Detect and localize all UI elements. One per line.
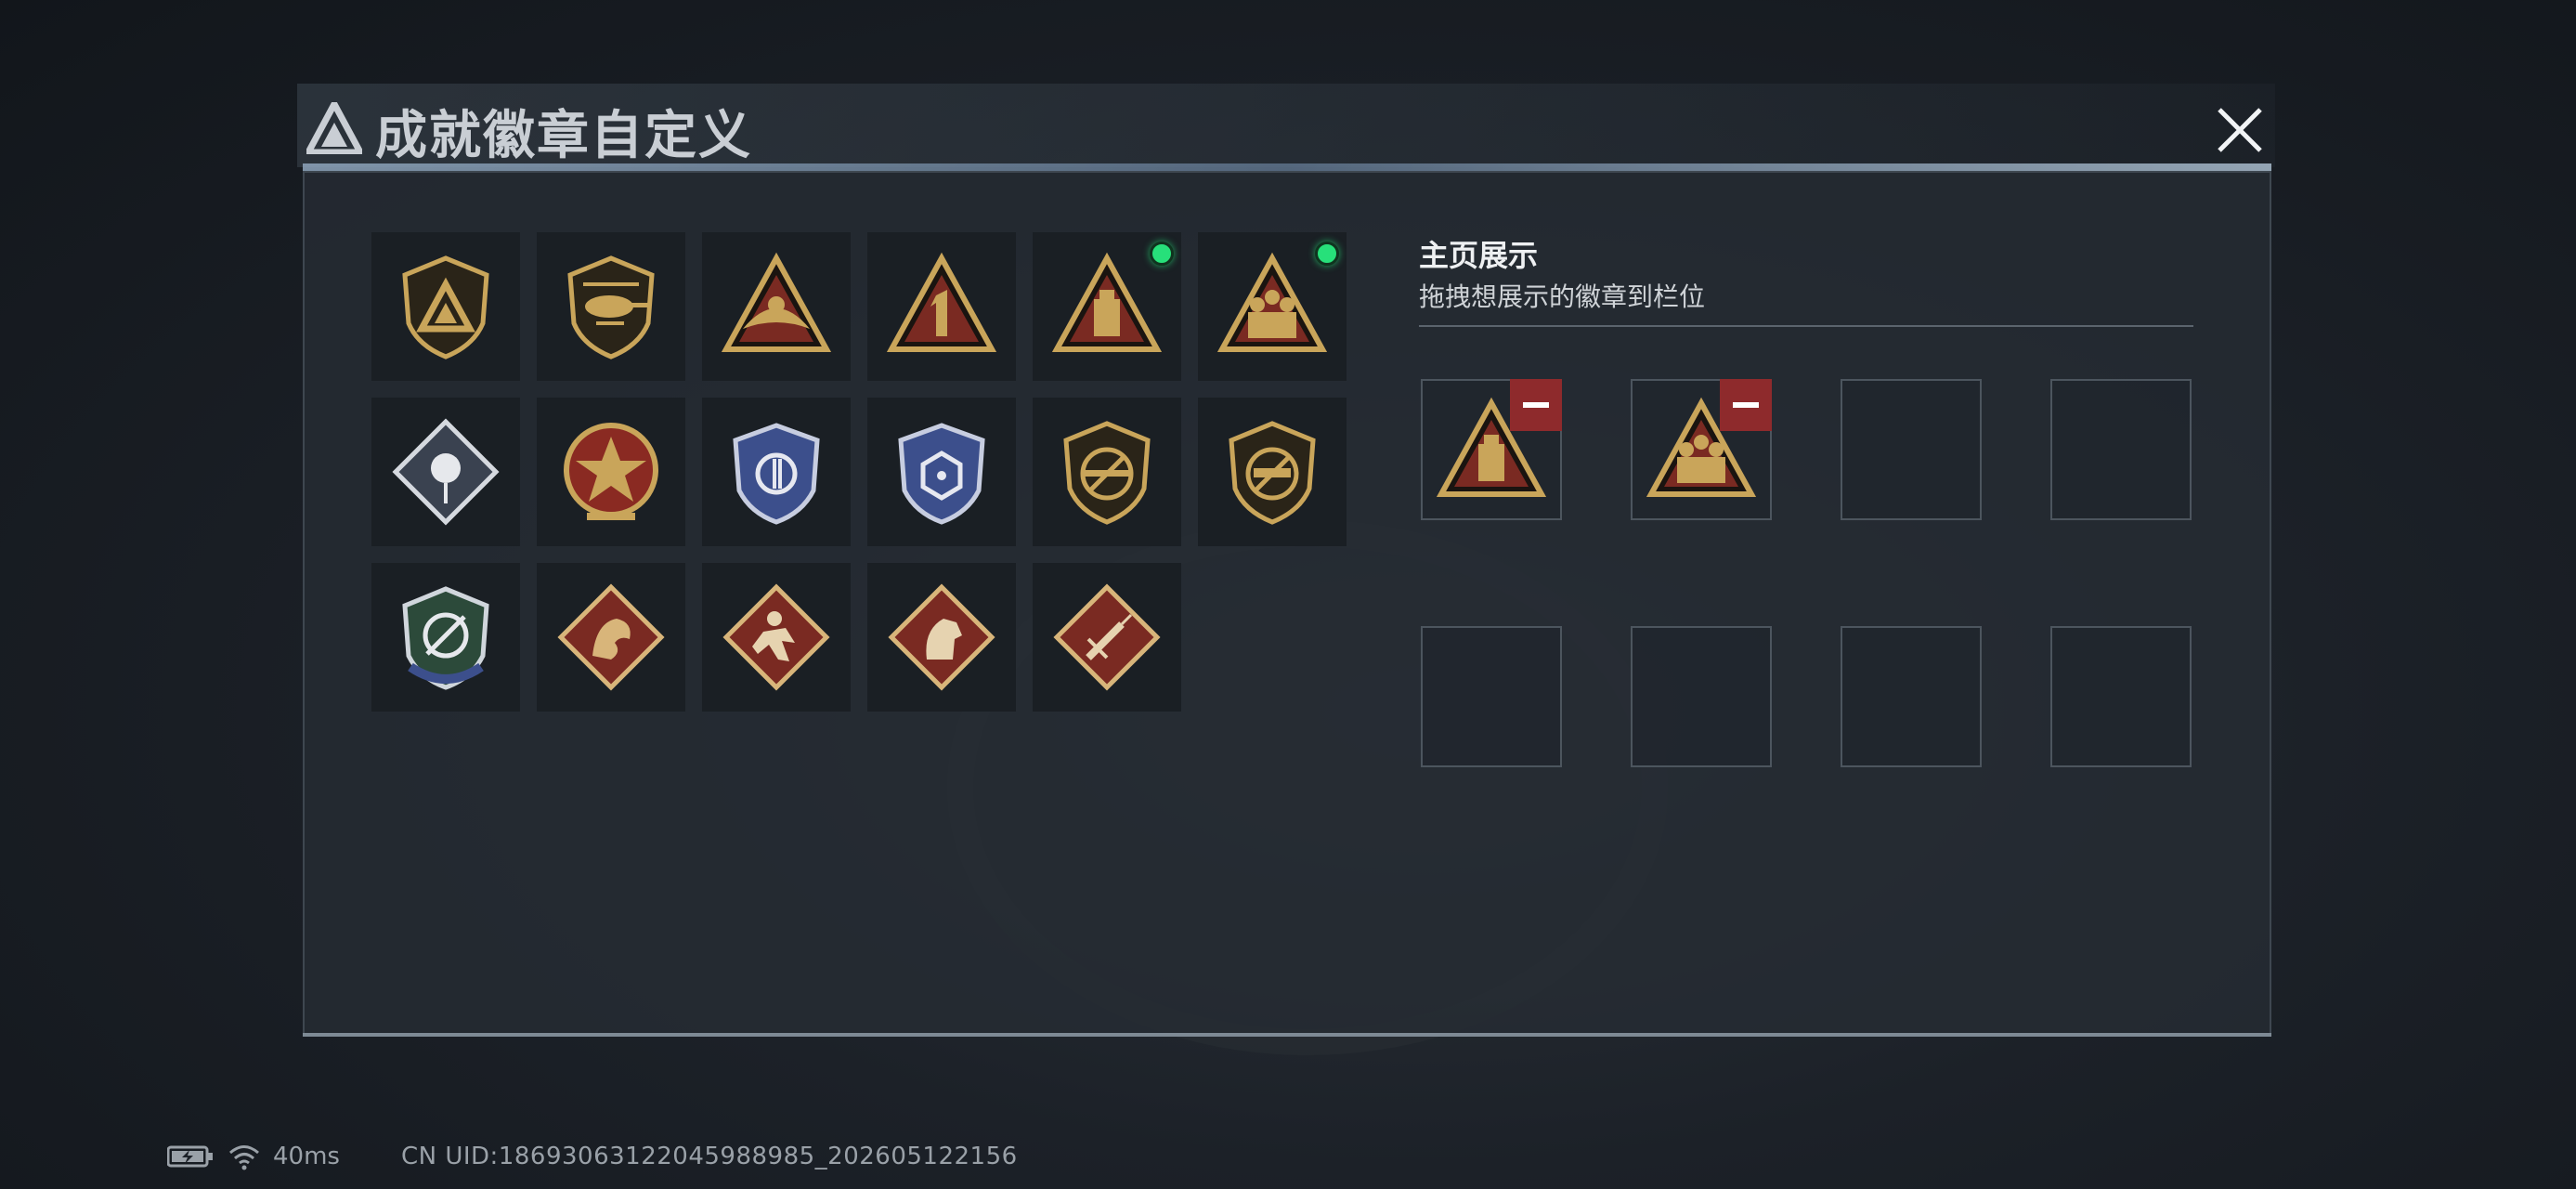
helicopter-badge-icon [567, 255, 655, 359]
rose-diamond-badge-icon [392, 418, 500, 526]
showcase-slot-3[interactable] [1841, 379, 1982, 520]
remove-badge-button[interactable] [1510, 379, 1562, 431]
showcase-slot-7[interactable] [1841, 626, 1982, 767]
badge-cell-shield-logo-badge[interactable] [371, 232, 520, 381]
blue-wings-shield-badge-icon [733, 423, 820, 525]
badge-cell-runner-diamond-badge[interactable] [702, 563, 851, 712]
window-title: 成就徽章自定义 [375, 106, 752, 166]
badge-cell-dragon-diamond-badge[interactable] [537, 563, 685, 712]
badge-cell-blue-dice-shield-badge[interactable] [867, 398, 1016, 546]
battery-charging-icon [167, 1145, 213, 1168]
number-one-triangle-badge-icon [886, 252, 997, 352]
wifi-icon [229, 1145, 259, 1170]
badge-cell-horse-diamond-badge[interactable] [867, 563, 1016, 712]
badge-cell-usb-drive-triangle-badge[interactable] [1033, 232, 1181, 381]
badge-cell-number-one-triangle-badge[interactable] [867, 232, 1016, 381]
new-badge-indicator [1150, 242, 1174, 266]
close-button[interactable] [2203, 97, 2277, 163]
showcase-divider [1419, 325, 2193, 327]
badge-cell-smg-prohibited-shield-badge[interactable] [1198, 398, 1347, 546]
badge-cell-blue-wings-shield-badge[interactable] [702, 398, 851, 546]
eagle-triangle-badge-icon [721, 252, 832, 352]
crosshair-knife-shield-badge-icon [402, 586, 489, 690]
badge-cell-rifle-prohibited-shield-badge[interactable] [1033, 398, 1181, 546]
ping-value: 40ms [273, 1143, 340, 1170]
showcase-slot-4[interactable] [2050, 379, 2192, 520]
showcase-slot-5[interactable] [1421, 626, 1562, 767]
showcase-title: 主页展示 [1419, 238, 1539, 273]
user-uid: CN UID:18693063122045988985_202605122156 [400, 1143, 1018, 1170]
runner-diamond-badge-icon [722, 583, 830, 691]
status-bar: 40ms CN UID:18693063122045988985_2026051… [167, 1141, 1018, 1172]
badge-cell-syringe-diamond-badge[interactable] [1033, 563, 1181, 712]
star-medal-badge-icon [564, 423, 658, 520]
showcase-slot-2[interactable] [1631, 379, 1772, 520]
badge-cell-star-medal-badge[interactable] [537, 398, 685, 546]
showcase-subtitle: 拖拽想展示的徽章到栏位 [1419, 281, 1706, 312]
new-badge-indicator [1315, 242, 1339, 266]
horse-diamond-badge-icon [888, 583, 995, 691]
usb-drive-triangle-badge-icon [1051, 252, 1163, 352]
remove-badge-button[interactable] [1720, 379, 1772, 431]
dragon-diamond-badge-icon [557, 583, 665, 691]
smg-prohibited-shield-badge-icon [1229, 421, 1316, 525]
badge-cell-squad-triangle-badge[interactable] [1198, 232, 1347, 381]
blue-dice-shield-badge-icon [898, 423, 985, 525]
syringe-diamond-badge-icon [1053, 583, 1161, 691]
showcase-slot-6[interactable] [1631, 626, 1772, 767]
squad-triangle-badge-icon [1216, 252, 1328, 352]
showcase-slot-8[interactable] [2050, 626, 2192, 767]
game-logo-icon [306, 102, 362, 154]
title-divider [303, 163, 2271, 171]
showcase-slot-1[interactable] [1421, 379, 1562, 520]
badge-cell-rose-diamond-badge[interactable] [371, 398, 520, 546]
shield-logo-badge-icon [402, 255, 489, 359]
panel-bottom-edge [303, 1033, 2271, 1037]
badge-cell-eagle-triangle-badge[interactable] [702, 232, 851, 381]
rifle-prohibited-shield-badge-icon [1063, 421, 1151, 525]
badge-cell-helicopter-badge[interactable] [537, 232, 685, 381]
badge-cell-crosshair-knife-shield-badge[interactable] [371, 563, 520, 712]
close-icon [2218, 108, 2262, 152]
